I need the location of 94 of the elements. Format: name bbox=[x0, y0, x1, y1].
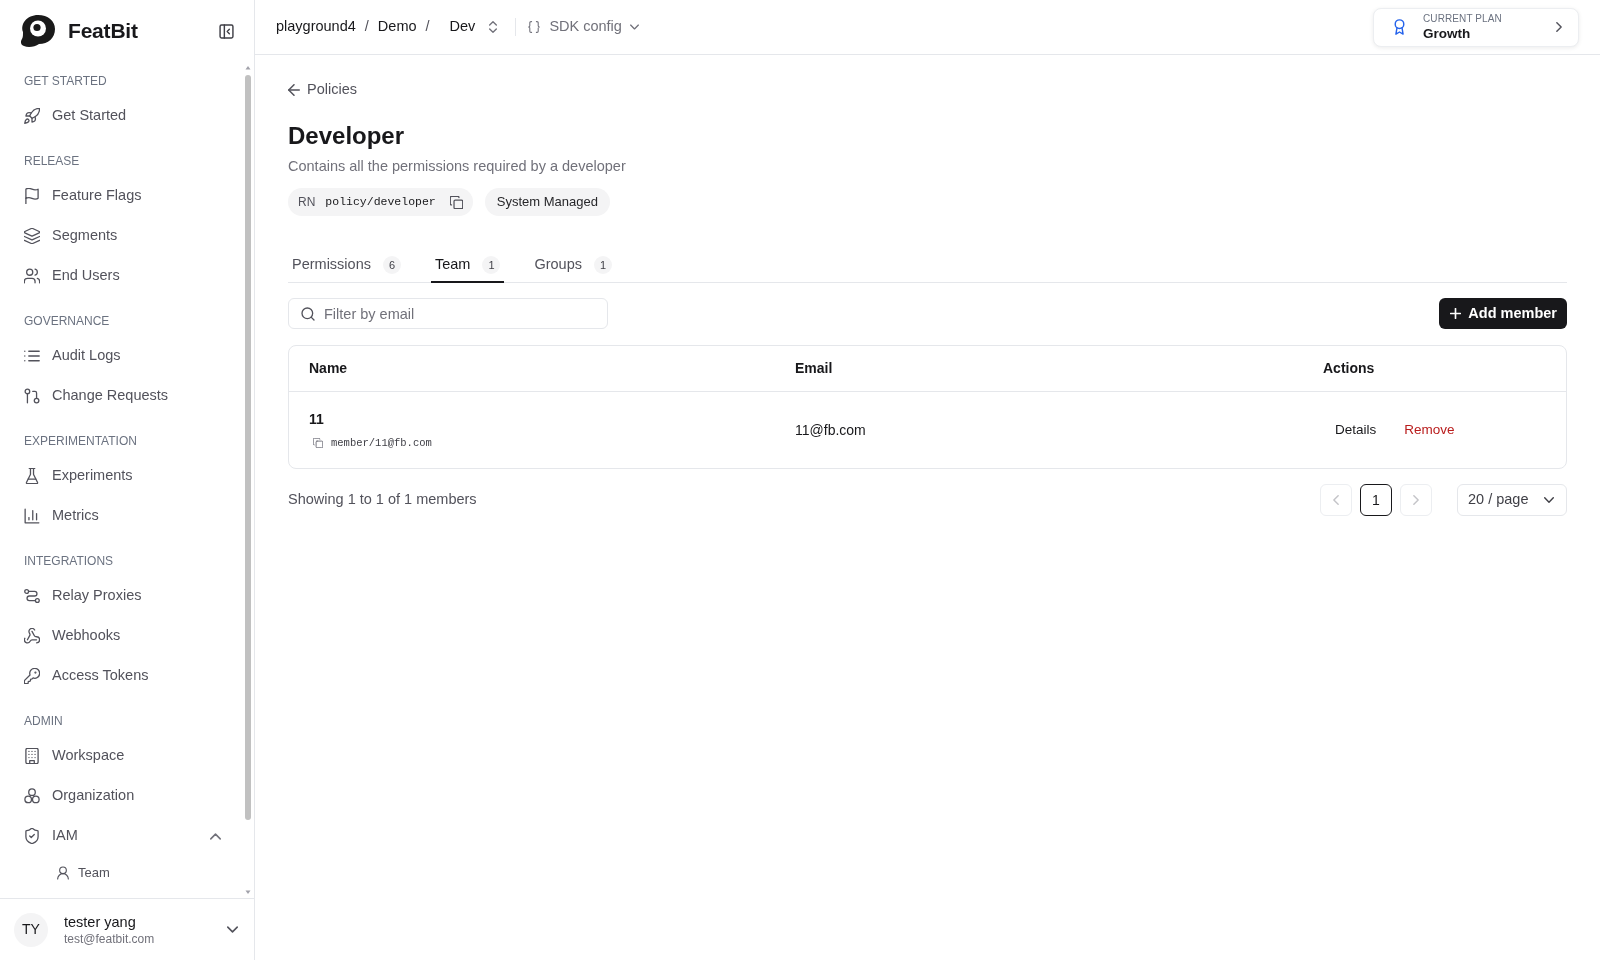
panel-collapse-icon bbox=[219, 23, 234, 39]
section-heading: EXPERIMENTATION bbox=[24, 433, 137, 450]
user-avatar: TY bbox=[14, 912, 48, 947]
bar-chart-icon bbox=[24, 508, 40, 524]
current-plan-card[interactable]: CURRENT PLAN Growth bbox=[1373, 7, 1579, 47]
copy-button[interactable] bbox=[313, 438, 323, 448]
chevrons-up-down-icon bbox=[489, 21, 498, 33]
user-email: test@featbit.com bbox=[64, 930, 155, 947]
tab-count: 1 bbox=[594, 256, 612, 274]
brand-name: FeatBit bbox=[68, 18, 138, 45]
search-field[interactable]: Filter by email bbox=[288, 298, 608, 329]
column-header: Email bbox=[775, 346, 1303, 392]
sidebar-item[interactable]: Feature Flags bbox=[24, 176, 221, 216]
action-button[interactable]: Remove bbox=[1392, 415, 1467, 445]
breadcrumb-link[interactable]: playground4 bbox=[276, 16, 356, 38]
environment-selector[interactable]: Dev bbox=[438, 16, 498, 38]
action-button[interactable]: Details bbox=[1323, 415, 1389, 445]
sidebar-item[interactable]: Organization bbox=[24, 776, 221, 816]
sidebar-item[interactable]: Get Started bbox=[24, 96, 221, 136]
connection-icon bbox=[24, 588, 40, 604]
section-heading: GOVERNANCE bbox=[24, 313, 110, 330]
column-header: Actions bbox=[1303, 346, 1566, 392]
tab[interactable]: Permissions 6 bbox=[288, 249, 405, 283]
chevron-down-icon bbox=[629, 24, 639, 30]
member-resource-name: member/11@fb.com bbox=[331, 436, 432, 451]
sidebar-item[interactable]: Relay Proxies bbox=[24, 576, 221, 616]
section-heading: INTEGRATIONS bbox=[24, 553, 114, 570]
sidebar-item[interactable]: Change Requests bbox=[24, 376, 221, 416]
tab[interactable]: Team 1 bbox=[430, 249, 505, 283]
page-title: Developer bbox=[288, 121, 405, 151]
section-heading: GET STARTED bbox=[24, 73, 107, 90]
column-header: Name bbox=[289, 346, 775, 392]
results-summary: Showing 1 to 1 of 1 members bbox=[288, 490, 477, 510]
users-icon bbox=[24, 268, 40, 284]
key-icon bbox=[24, 668, 40, 684]
rocket-icon bbox=[24, 108, 40, 124]
copy-button[interactable] bbox=[449, 195, 463, 209]
webhook-icon bbox=[24, 628, 40, 644]
section-heading: RELEASE bbox=[24, 153, 80, 170]
sidebar-item[interactable]: Audit Logs bbox=[24, 336, 221, 376]
sidebar-item[interactable]: Webhooks bbox=[24, 616, 221, 656]
flag-icon bbox=[24, 188, 40, 204]
plus-icon bbox=[1450, 308, 1462, 319]
status-badge: System Managed bbox=[484, 188, 610, 216]
user-menu[interactable]: TY tester yang test@featbit.com bbox=[0, 898, 254, 960]
back-link[interactable]: Policies bbox=[288, 79, 357, 101]
sidebar-item[interactable]: Workspace bbox=[24, 736, 221, 776]
page-size-select[interactable]: 20 / page bbox=[1457, 484, 1567, 516]
chevron-left-icon bbox=[1333, 495, 1339, 505]
scrollbar[interactable] bbox=[244, 64, 252, 896]
breadcrumb-link[interactable]: Demo bbox=[377, 16, 417, 38]
section-heading: ADMIN bbox=[24, 713, 63, 730]
collapse-sidebar-button[interactable] bbox=[219, 23, 234, 39]
search-icon bbox=[301, 306, 315, 321]
breadcrumb-separator: / bbox=[425, 17, 430, 37]
copy-icon bbox=[313, 438, 323, 448]
branch-icon bbox=[24, 388, 40, 404]
tab-count: 6 bbox=[382, 256, 401, 274]
plan-label: CURRENT PLAN bbox=[1423, 12, 1502, 25]
chevron-down-icon bbox=[1544, 497, 1554, 503]
sidebar-item[interactable]: Experiments bbox=[24, 456, 221, 496]
list-icon bbox=[24, 348, 40, 364]
sidebar-item[interactable]: Segments bbox=[24, 216, 221, 256]
layers-icon bbox=[24, 228, 40, 244]
member-name: 11 bbox=[309, 410, 324, 429]
page-button[interactable]: 1 bbox=[1360, 484, 1392, 516]
ribbon-icon bbox=[1392, 18, 1407, 36]
sidebar-subitem[interactable]: Team bbox=[56, 856, 221, 890]
tab[interactable]: Groups 1 bbox=[530, 249, 616, 283]
resource-name-value: policy/developer bbox=[325, 194, 436, 211]
sidebar-item[interactable]: IAM bbox=[24, 816, 221, 856]
building-icon bbox=[24, 748, 40, 764]
sidebar-item[interactable]: End Users bbox=[24, 256, 221, 296]
resource-name-prefix: RN bbox=[298, 194, 316, 211]
chevron-down-icon bbox=[227, 926, 238, 933]
sidebar-item[interactable]: Metrics bbox=[24, 496, 221, 536]
shield-check-icon bbox=[24, 828, 40, 844]
braces-icon bbox=[528, 21, 541, 33]
plan-name: Growth bbox=[1423, 24, 1471, 42]
flask-icon bbox=[24, 468, 40, 484]
chevron-right-icon bbox=[1556, 22, 1562, 32]
sidebar-item[interactable]: Access Tokens bbox=[24, 656, 221, 696]
page-description: Contains all the permissions required by a developer bbox=[288, 157, 626, 176]
user-name: tester yang bbox=[64, 912, 136, 931]
add-member-button[interactable]: Add member bbox=[1439, 298, 1567, 329]
user-icon bbox=[56, 866, 70, 880]
circles-icon bbox=[24, 788, 40, 804]
chevron-right-icon bbox=[1413, 495, 1419, 505]
member-email: 11@fb.com bbox=[775, 391, 1303, 468]
copy-icon bbox=[449, 195, 463, 209]
tab-count: 1 bbox=[482, 256, 501, 274]
sdk-config-dropdown[interactable]: SDK config bbox=[528, 16, 639, 38]
logo-icon bbox=[19, 14, 56, 48]
breadcrumb-separator: / bbox=[364, 17, 369, 37]
